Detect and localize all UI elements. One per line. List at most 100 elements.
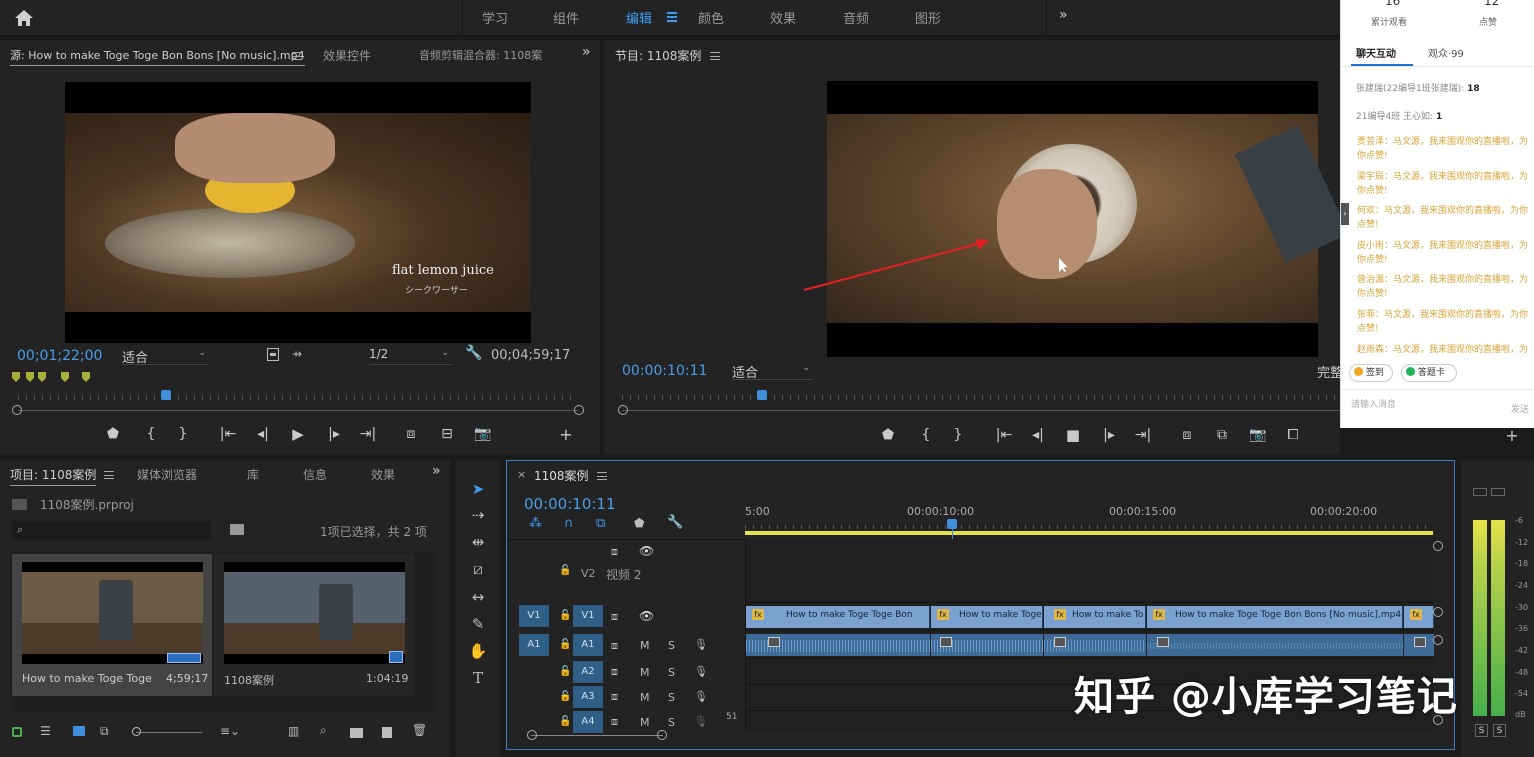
workspace-effects[interactable]: 效果: [770, 8, 796, 27]
freeform-view-icon[interactable]: ⧉: [100, 724, 109, 739]
toggle-output-eye-icon[interactable]: 👁: [639, 609, 654, 623]
stop-icon[interactable]: ■: [1063, 426, 1083, 444]
audio-clip[interactable]: [746, 634, 930, 656]
toggle-sync-lock-icon[interactable]: ⧈: [611, 639, 618, 653]
hand-tool-icon[interactable]: ✋: [466, 642, 490, 660]
effect-controls-tab[interactable]: 效果控件: [323, 47, 371, 64]
step-forward-icon[interactable]: |▸: [324, 426, 344, 442]
list-view-icon[interactable]: ☰: [40, 724, 51, 738]
marker[interactable]: [26, 372, 34, 382]
solo-button[interactable]: S: [668, 639, 675, 652]
source-fit-dropdown[interactable]: 适合 ⌄: [122, 347, 208, 366]
video-clip[interactable]: fx How to make Toge Toge Bon Bon: [746, 606, 930, 628]
drag-video-icon[interactable]: ⇸: [292, 347, 302, 361]
zoom-handle-left[interactable]: [12, 405, 22, 415]
mute-button[interactable]: M: [640, 639, 650, 652]
nest-icon[interactable]: ⁂: [529, 516, 542, 531]
workspace-color[interactable]: 颜色: [698, 8, 724, 27]
source-playhead[interactable]: [161, 390, 171, 400]
lock-track-icon[interactable]: 🔓: [559, 639, 571, 650]
toggle-sync-lock-icon[interactable]: ⧈: [611, 610, 618, 624]
add-button-icon[interactable]: +: [1502, 426, 1522, 445]
toggle-sync-lock-icon[interactable]: ⧈: [611, 665, 618, 679]
track-select-tool-icon[interactable]: ⇢: [466, 506, 490, 524]
scroll-handle[interactable]: [1433, 541, 1443, 551]
zoom-handle-left[interactable]: [618, 405, 628, 415]
step-back-icon[interactable]: ◂|: [253, 426, 273, 442]
export-frame-icon[interactable]: 📷: [1248, 427, 1268, 443]
go-to-in-icon[interactable]: |⇤: [994, 427, 1014, 443]
mark-out-icon[interactable]: }: [173, 426, 193, 442]
voice-over-mic-icon[interactable]: 🎙: [694, 690, 708, 703]
go-to-out-icon[interactable]: ⇥|: [358, 426, 378, 442]
lock-icon[interactable]: [12, 727, 22, 737]
solo-button[interactable]: S: [668, 691, 675, 704]
toggle-sync-lock-icon[interactable]: ⧈: [611, 545, 618, 559]
zoom-handle-right[interactable]: [657, 730, 667, 740]
program-tab[interactable]: 节目: 1108案例: [615, 47, 701, 64]
more-tabs-icon[interactable]: »: [432, 463, 441, 479]
go-to-in-icon[interactable]: |⇤: [218, 426, 238, 442]
workspace-audio[interactable]: 音频: [843, 8, 869, 27]
more-tabs-icon[interactable]: »: [582, 44, 591, 60]
razor-tool-icon[interactable]: ⧄: [466, 560, 490, 578]
settings-wrench-icon[interactable]: 🔧: [465, 345, 482, 361]
track-target-a4[interactable]: A4: [573, 711, 603, 733]
step-forward-icon[interactable]: |▸: [1099, 427, 1119, 443]
workspace-assembly[interactable]: 组件: [553, 8, 579, 27]
solo-button[interactable]: S: [668, 716, 675, 729]
marker[interactable]: [38, 372, 46, 382]
zoom-handle-right[interactable]: [574, 405, 584, 415]
marker[interactable]: [82, 372, 90, 382]
selection-tool-icon[interactable]: ➤: [466, 480, 490, 498]
project-item-clip[interactable]: How to make Toge Toge ... 4;59;17: [12, 554, 212, 696]
track-target-a2[interactable]: A2: [573, 661, 603, 683]
mute-button[interactable]: M: [640, 666, 650, 679]
audio-clip[interactable]: [1044, 634, 1146, 656]
lift-icon[interactable]: ⧈: [1177, 427, 1197, 443]
project-tab[interactable]: 项目: 1108案例: [10, 466, 97, 486]
panel-menu-icon[interactable]: [597, 472, 607, 480]
timeline-zoom-bar[interactable]: [531, 735, 663, 736]
go-to-out-icon[interactable]: ⇥|: [1133, 427, 1153, 443]
solo-button[interactable]: S: [668, 666, 675, 679]
source-timecode[interactable]: 00;01;22;00: [17, 348, 102, 364]
program-fit-dropdown[interactable]: 适合 ⌄: [732, 362, 812, 381]
answer-card-button[interactable]: 答题卡: [1401, 364, 1457, 382]
audio-clip-mixer-tab[interactable]: 音频剪辑混合器: 1108案: [419, 47, 542, 63]
add-marker-icon[interactable]: ⬟: [103, 426, 123, 442]
workspace-menu-icon[interactable]: [667, 12, 677, 22]
collapse-handle-icon[interactable]: ›: [1341, 203, 1349, 225]
zoom-slider-handle[interactable]: [132, 727, 141, 736]
track-target-v1[interactable]: V1: [573, 605, 603, 627]
source-time-ruler[interactable]: [18, 395, 578, 400]
icon-view-icon[interactable]: [73, 726, 85, 736]
linked-selection-icon[interactable]: ⧉: [596, 516, 605, 531]
resolution-dropdown[interactable]: 1/2 ⌄: [369, 347, 451, 365]
audio-clip[interactable]: [931, 634, 1043, 656]
media-browser-tab[interactable]: 媒体浏览器: [137, 466, 197, 483]
program-playhead[interactable]: [757, 390, 767, 400]
snap-icon[interactable]: ∩: [564, 516, 574, 531]
lock-track-icon[interactable]: 🔓: [559, 565, 571, 576]
automate-to-sequence-icon[interactable]: ▥: [288, 724, 299, 738]
checkin-button[interactable]: 签到: [1349, 364, 1393, 382]
comparison-view-icon[interactable]: ⧠: [1283, 427, 1303, 443]
lock-track-icon[interactable]: 🔓: [559, 610, 571, 621]
voice-over-mic-icon[interactable]: 🎙: [694, 665, 708, 678]
chat-input[interactable]: 请输入消息: [1351, 397, 1396, 410]
lock-track-icon[interactable]: 🔓: [559, 666, 571, 677]
panel-menu-icon[interactable]: [104, 471, 114, 479]
export-frame-icon[interactable]: 📷: [473, 426, 493, 442]
source-zoom-bar[interactable]: [18, 410, 578, 411]
program-zoom-bar[interactable]: [622, 410, 1340, 411]
home-icon[interactable]: [14, 9, 34, 27]
toggle-sync-lock-icon[interactable]: ⧈: [611, 715, 618, 729]
track-target-a1[interactable]: A1: [573, 634, 603, 656]
timeline-timecode[interactable]: 00:00:10:11: [524, 495, 616, 513]
close-icon[interactable]: ×: [517, 468, 526, 481]
add-marker-icon[interactable]: ⬟: [878, 427, 898, 443]
tab-audience[interactable]: 观众·99: [1428, 45, 1464, 60]
source-patch-a1[interactable]: A1: [519, 634, 549, 656]
video-clip[interactable]: fx How to make Toge: [931, 606, 1043, 628]
